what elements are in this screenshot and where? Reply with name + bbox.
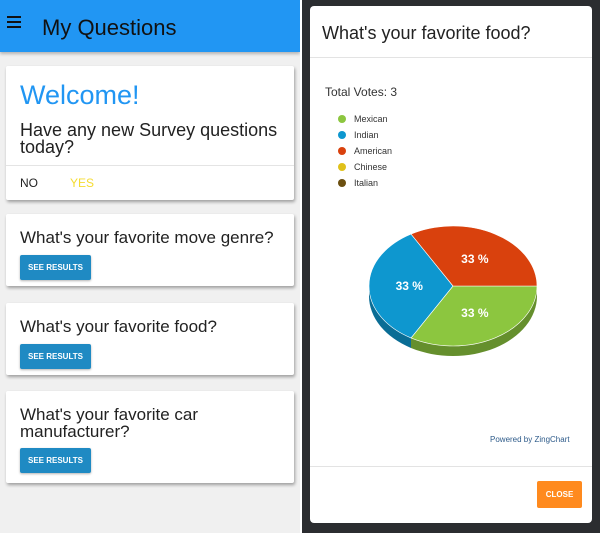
no-button[interactable]: NO [20, 176, 38, 190]
modal-header-divider [310, 57, 592, 58]
modal-footer-divider [310, 466, 592, 467]
legend-marker [338, 147, 346, 155]
question-text: What's your favorite move genre? [20, 228, 274, 247]
card-divider [6, 165, 294, 166]
legend-label: Italian [354, 178, 379, 188]
legend-marker [338, 131, 346, 139]
page-title: My Questions [42, 15, 177, 40]
question-text: What's your favorite food? [20, 317, 217, 336]
question-card: What's your favorite food? SEE RESULTS [6, 303, 294, 375]
hamburger-menu-icon[interactable] [7, 16, 21, 28]
close-button[interactable]: CLOSE [537, 481, 582, 508]
results-modal: What's your favorite food? Total Votes: … [310, 6, 592, 523]
welcome-card: Welcome! Have any new Survey questions t… [6, 66, 294, 200]
question-text: What's your favorite car manufacturer? [20, 405, 199, 441]
see-results-button[interactable]: SEE RESULTS [20, 344, 91, 369]
total-votes: Total Votes: 3 [325, 85, 398, 99]
modal-title: What's your favorite food? [322, 23, 531, 43]
pie-slice-label: 33 % [461, 306, 489, 320]
legend-marker [338, 163, 346, 171]
pie-slice-label: 33 % [461, 252, 489, 266]
welcome-prompt: Have any new Survey questions today? [20, 120, 278, 157]
modal-backdrop[interactable]: What's your favorite food? Total Votes: … [302, 0, 600, 533]
legend-label: Chinese [354, 162, 388, 172]
legend-marker [338, 115, 346, 123]
see-results-button[interactable]: SEE RESULTS [20, 255, 91, 280]
question-card: What's your favorite car manufacturer? S… [6, 391, 294, 483]
questions-screen: My Questions Welcome! Have any new Surve… [0, 0, 300, 533]
powered-by-zingchart[interactable]: Powered by ZingChart [490, 435, 570, 444]
pie-chart: 33 % 33 % 33 % [368, 225, 538, 356]
yes-button[interactable]: YES [70, 176, 94, 190]
question-card: What's your favorite move genre? SEE RES… [6, 214, 294, 286]
legend-marker [338, 179, 346, 187]
see-results-button[interactable]: SEE RESULTS [20, 448, 91, 473]
legend-label: Mexican [354, 114, 388, 124]
legend-label: American [354, 146, 393, 156]
legend-label: Indian [354, 130, 379, 140]
welcome-title: Welcome! [20, 80, 140, 110]
pie-slice-label: 33 % [396, 279, 424, 293]
app-bar: My Questions [0, 0, 300, 52]
